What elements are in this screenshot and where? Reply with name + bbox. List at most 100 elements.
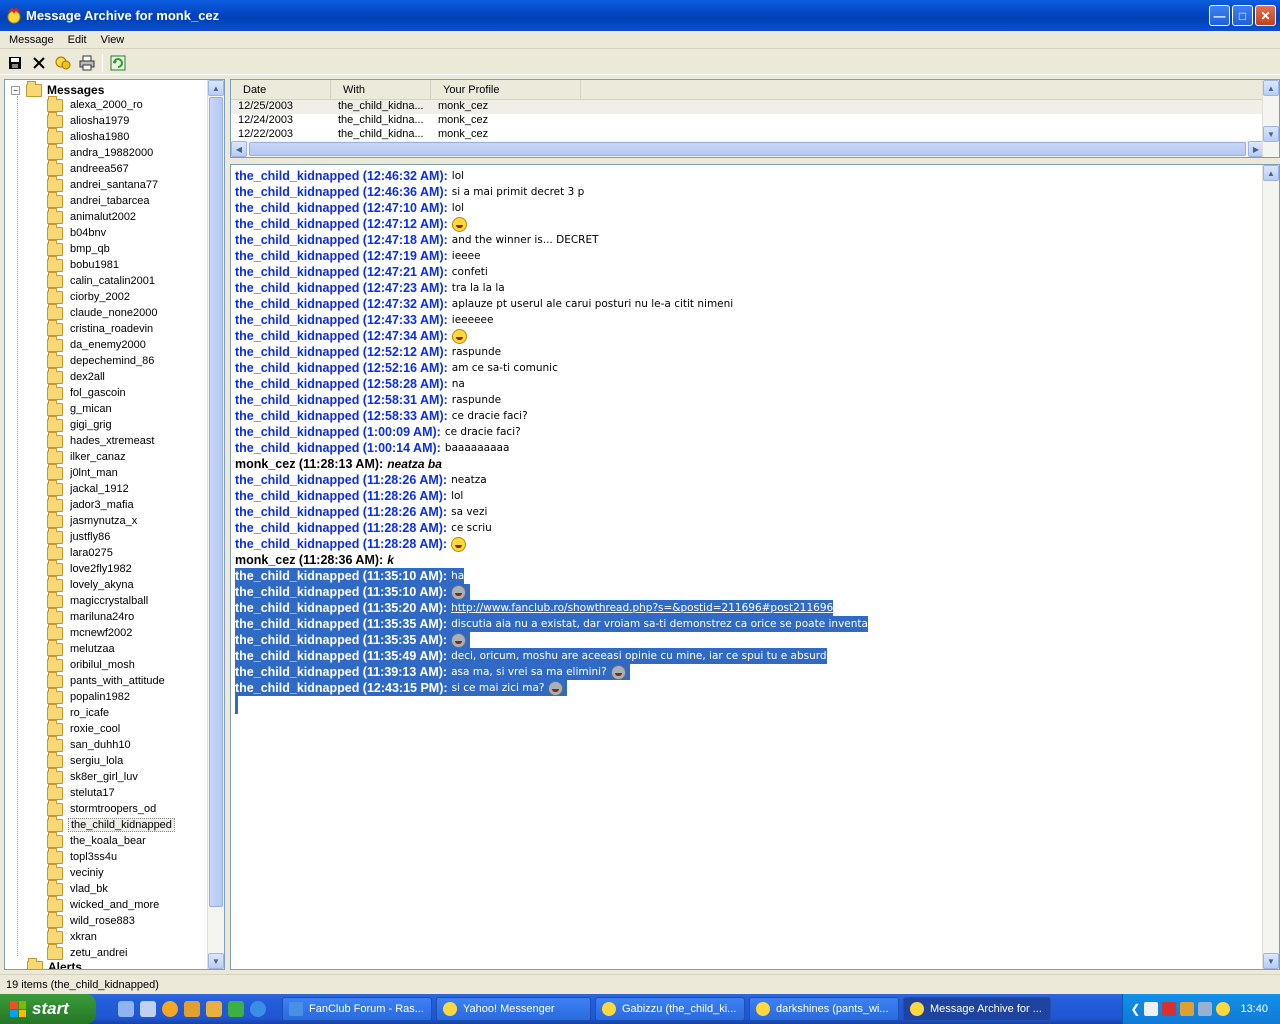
conversation-pane[interactable]: the_child_kidnapped (12:46:32 AM): lol the…: [230, 164, 1280, 970]
tree-item-ciorby-2002[interactable]: ciorby_2002: [47, 287, 175, 305]
minimize-button[interactable]: —: [1209, 5, 1230, 26]
tree-item-ilker-canaz[interactable]: ilker_canaz: [47, 447, 175, 465]
tree-item-stormtroopers-od[interactable]: stormtroopers_od: [47, 799, 175, 817]
save-button[interactable]: [6, 54, 24, 72]
tree-item-dex2all[interactable]: dex2all: [47, 367, 175, 385]
tree-root-alerts[interactable]: Alerts: [27, 957, 82, 969]
tree-item-sk8er-girl-luv[interactable]: sk8er_girl_luv: [47, 767, 175, 785]
tree-item-hades-xtremeast[interactable]: hades_xtremeast: [47, 431, 175, 449]
find-button[interactable]: [54, 54, 72, 72]
table-row[interactable]: 12/24/2003 the_child_kidna... monk_cez: [231, 114, 1279, 128]
start-button[interactable]: start: [0, 994, 96, 1024]
hscroll-thumb[interactable]: [249, 142, 1246, 156]
tree-item-lovely-akyna[interactable]: lovely_akyna: [47, 575, 175, 593]
tree-item-san-duhh10[interactable]: san_duhh10: [47, 735, 175, 753]
column-date[interactable]: Date: [231, 80, 331, 99]
tree-item-alexa-2000-ro[interactable]: alexa_2000_ro: [47, 95, 175, 113]
menu-edit[interactable]: Edit: [59, 34, 92, 46]
scroll-up-button[interactable]: ▲: [208, 80, 224, 96]
tree-item-andra-19882000[interactable]: andra_19882000: [47, 143, 175, 161]
maximize-button[interactable]: □: [1232, 5, 1253, 26]
tree-item-depechemind-86[interactable]: depechemind_86: [47, 351, 175, 369]
tree-item-b04bnv[interactable]: b04bnv: [47, 223, 175, 241]
table-row[interactable]: 12/22/2003 the_child_kidna... monk_cez: [231, 128, 1279, 142]
tree-item-jasmynutza-x[interactable]: jasmynutza_x: [47, 511, 175, 529]
clock[interactable]: 13:40: [1240, 1003, 1268, 1015]
column-your-profile[interactable]: Your Profile: [431, 80, 581, 99]
tree-item-popalin1982[interactable]: popalin1982: [47, 687, 175, 705]
tree-item-the-child-kidnapped[interactable]: the_child_kidnapped: [47, 815, 175, 833]
scroll-left-button[interactable]: ◀: [231, 141, 247, 157]
scroll-down-button[interactable]: ▼: [1263, 126, 1279, 142]
tree-item-veciniy[interactable]: veciniy: [47, 863, 175, 881]
game-icon[interactable]: [228, 1001, 244, 1017]
scroll-up-button[interactable]: ▲: [1263, 165, 1279, 181]
tree-item-claude-none2000[interactable]: claude_none2000: [47, 303, 175, 321]
tree-item-lara0275[interactable]: lara0275: [47, 543, 175, 561]
collapse-icon[interactable]: −: [11, 85, 20, 95]
tree-item-the-koala-bear[interactable]: the_koala_bear: [47, 831, 175, 849]
task-darkshines-chat[interactable]: darkshines (pants_wi...: [749, 997, 899, 1021]
print-button[interactable]: [78, 54, 96, 72]
tree-item-andrei-tabarcea[interactable]: andrei_tabarcea: [47, 191, 175, 209]
tree-item-jador3-mafia[interactable]: jador3_mafia: [47, 495, 175, 513]
tree-item-mariluna24ro[interactable]: mariluna24ro: [47, 607, 175, 625]
tree-item-pants-with-attitude[interactable]: pants_with_attitude: [47, 671, 175, 689]
tree-item-love2fly1982[interactable]: love2fly1982: [47, 559, 175, 577]
tree-item-melutzaa[interactable]: melutzaa: [47, 639, 175, 657]
winamp-tray-icon[interactable]: [1180, 1002, 1195, 1016]
contacts-tree[interactable]: − Messages alexa_2000_ro aliosha1979 alios…: [4, 79, 225, 970]
network-icon[interactable]: [1198, 1002, 1213, 1016]
scroll-thumb[interactable]: [209, 97, 223, 907]
tree-item-bmp-qb[interactable]: bmp_qb: [47, 239, 175, 257]
tree-item-magiccrystalball[interactable]: magiccrystalball: [47, 591, 175, 609]
tree-scrollbar[interactable]: ▲ ▼: [207, 80, 224, 969]
conversation-scrollbar[interactable]: ▲ ▼: [1262, 165, 1279, 969]
tree-item-j0lnt-man[interactable]: j0lnt_man: [47, 463, 175, 481]
tree-item-bobu1981[interactable]: bobu1981: [47, 255, 175, 273]
tree-item-steluta17[interactable]: steluta17: [47, 783, 175, 801]
task-gabizzu-chat[interactable]: Gabizzu (the_child_ki...: [595, 997, 745, 1021]
tree-item-roxie-cool[interactable]: roxie_cool: [47, 719, 175, 737]
list-vscrollbar[interactable]: ▲ ▼: [1262, 80, 1279, 157]
tree-item-zetu-andrei[interactable]: zetu_andrei: [47, 943, 175, 961]
scroll-down-button[interactable]: ▼: [1263, 953, 1279, 969]
tree-root-messages[interactable]: − Messages: [11, 80, 104, 98]
tree-item-jackal-1912[interactable]: jackal_1912: [47, 479, 175, 497]
column-with[interactable]: With: [331, 80, 431, 99]
tree-item-fol-gascoin[interactable]: fol_gascoin: [47, 383, 175, 401]
show-desktop-icon[interactable]: [118, 1001, 134, 1017]
tree-item-vlad-bk[interactable]: vlad_bk: [47, 879, 175, 897]
refresh-button[interactable]: [109, 54, 127, 72]
tree-item-xkran[interactable]: xkran: [47, 927, 175, 945]
tree-item-sergiu-lola[interactable]: sergiu_lola: [47, 751, 175, 769]
tree-item-gigi-grig[interactable]: gigi_grig: [47, 415, 175, 433]
task-message-archive[interactable]: Message Archive for ...: [903, 997, 1051, 1021]
tree-item-calin-catalin2001[interactable]: calin_catalin2001: [47, 271, 175, 289]
scroll-down-button[interactable]: ▼: [208, 953, 224, 969]
app-icon[interactable]: [206, 1001, 222, 1017]
tree-item-topl3ss4u[interactable]: topl3ss4u: [47, 847, 175, 865]
mobile-icon[interactable]: [140, 1001, 156, 1017]
tree-item-oribilul-mosh[interactable]: oribilul_mosh: [47, 655, 175, 673]
tray-expand-icon[interactable]: ❮: [1130, 1002, 1140, 1016]
tree-item-aliosha1979[interactable]: aliosha1979: [47, 111, 175, 129]
media-player-icon[interactable]: [162, 1001, 178, 1017]
list-hscrollbar[interactable]: ◀ ▶: [231, 141, 1264, 157]
tree-item-andrei-santana77[interactable]: andrei_santana77: [47, 175, 175, 193]
tree-item-wild-rose883[interactable]: wild_rose883: [47, 911, 175, 929]
title-bar[interactable]: Message Archive for monk_cez — □ ✕: [0, 0, 1280, 31]
tree-item-da-enemy2000[interactable]: da_enemy2000: [47, 335, 175, 353]
tree-item-mcnewf2002[interactable]: mcnewf2002: [47, 623, 175, 641]
task-yahoo-messenger[interactable]: Yahoo! Messenger: [436, 997, 591, 1021]
tree-item-aliosha1980[interactable]: aliosha1980: [47, 127, 175, 145]
yahoo-tray-icon[interactable]: [1216, 1002, 1231, 1016]
tree-item-cristina-roadevin[interactable]: cristina_roadevin: [47, 319, 175, 337]
menu-message[interactable]: Message: [0, 34, 59, 46]
task-fanclub-forum[interactable]: FanClub Forum - Ras...: [282, 997, 432, 1021]
tree-item-justfly86[interactable]: justfly86: [47, 527, 175, 545]
tree-item-g-mican[interactable]: g_mican: [47, 399, 175, 417]
antivirus-icon[interactable]: [1162, 1002, 1177, 1016]
close-button[interactable]: ✕: [1255, 5, 1276, 26]
table-row[interactable]: 12/25/2003 the_child_kidna... monk_cez: [231, 100, 1279, 114]
